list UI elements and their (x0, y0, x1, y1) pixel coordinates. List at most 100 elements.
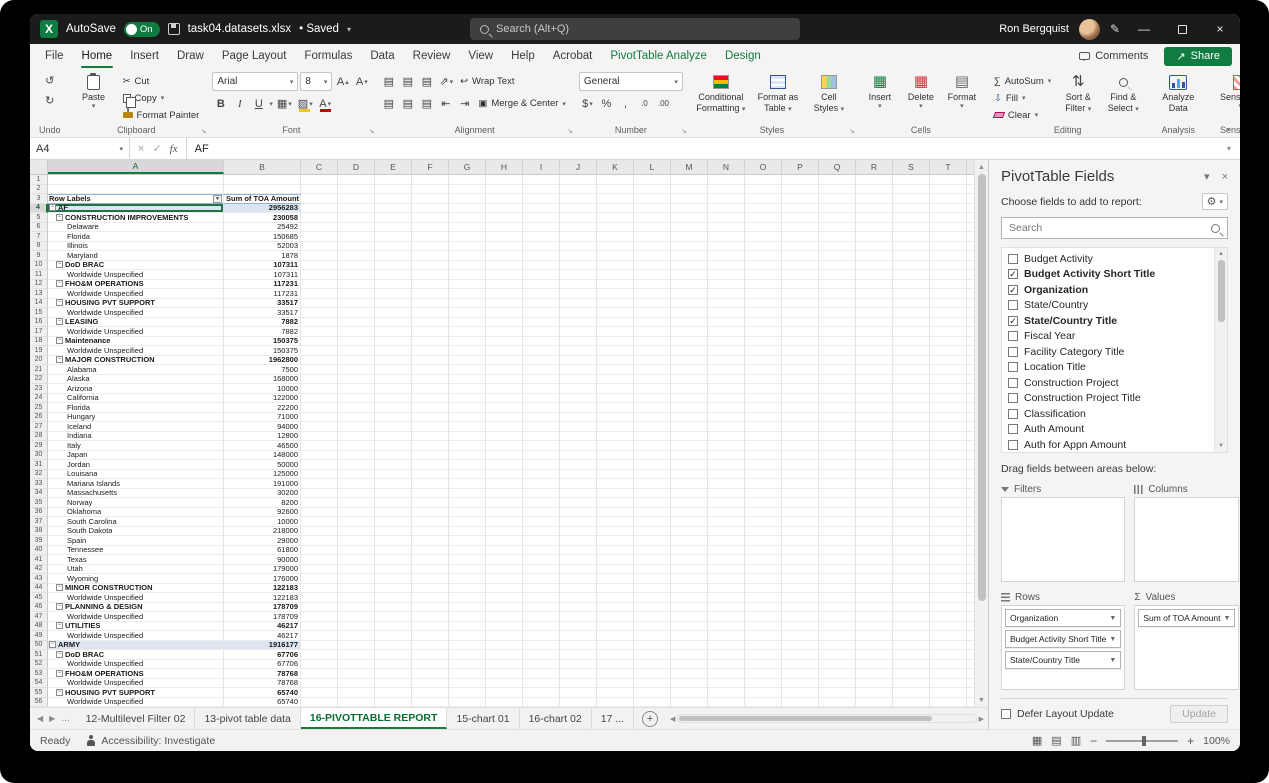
field-item-fiscal-year[interactable]: Fiscal Year (1004, 329, 1214, 345)
row-header-29[interactable]: 29 (30, 441, 48, 451)
cell-A41[interactable]: Texas (48, 555, 224, 565)
increase-decimal-button[interactable]: .0 (636, 95, 653, 113)
row-header-10[interactable]: 10 (30, 261, 48, 271)
percent-style-button[interactable]: % (598, 95, 615, 113)
align-left-button[interactable]: ▤ (380, 95, 397, 113)
cell-A46[interactable]: −PLANNING & DESIGN (48, 603, 224, 613)
cell-A50[interactable]: −ARMY (48, 641, 224, 651)
italic-button[interactable]: I (231, 95, 248, 113)
cell-B54[interactable]: 78768 (224, 679, 301, 689)
field-item-location-title[interactable]: Location Title (1004, 360, 1214, 376)
cell-B14[interactable]: 33517 (224, 299, 301, 309)
cell-B47[interactable]: 178709 (224, 612, 301, 622)
minimize-button[interactable]: — (1130, 16, 1158, 42)
decrease-decimal-button[interactable]: .00 (655, 95, 672, 113)
collapse-button[interactable]: − (56, 622, 63, 629)
cell-B23[interactable]: 10000 (224, 384, 301, 394)
collapse-button[interactable]: − (56, 356, 63, 363)
cell-A56[interactable]: Worldwide Unspecified (48, 698, 224, 708)
empty-cells-row-54[interactable] (301, 679, 974, 689)
formula-input[interactable]: AF (187, 138, 1218, 159)
collapse-button[interactable]: − (56, 280, 63, 287)
cell-B41[interactable]: 90000 (224, 555, 301, 565)
ribbon-tab-insert[interactable]: Insert (121, 44, 168, 68)
row-header-25[interactable]: 25 (30, 403, 48, 413)
cell-A31[interactable]: Jordan (48, 460, 224, 470)
cell-A40[interactable]: Tennessee (48, 546, 224, 556)
analyze-data-button[interactable]: AnalyzeData (1154, 71, 1202, 116)
cell-B51[interactable]: 67706 (224, 650, 301, 660)
alignment-dialog-launcher[interactable]: ↘ (567, 127, 573, 135)
cell-B49[interactable]: 46217 (224, 631, 301, 641)
cell-A1[interactable] (48, 175, 224, 185)
user-avatar[interactable] (1079, 19, 1100, 40)
pane-close-icon[interactable]: × (1222, 171, 1228, 183)
empty-cells-row-46[interactable] (301, 603, 974, 613)
empty-cells-row-4[interactable] (301, 204, 974, 214)
cell-A47[interactable]: Worldwide Unspecified (48, 612, 224, 622)
row-header-43[interactable]: 43 (30, 574, 48, 584)
cell-A43[interactable]: Wyoming (48, 574, 224, 584)
increase-indent-button[interactable]: ⇥ (456, 95, 473, 113)
column-header-Q[interactable]: Q (819, 160, 856, 174)
empty-cells-row-19[interactable] (301, 346, 974, 356)
collapse-button[interactable]: − (49, 641, 56, 648)
cell-B30[interactable]: 148000 (224, 451, 301, 461)
cell-B13[interactable]: 117231 (224, 289, 301, 299)
row-header-19[interactable]: 19 (30, 346, 48, 356)
new-sheet-button[interactable]: + (642, 711, 658, 727)
empty-cells-row-24[interactable] (301, 394, 974, 404)
field-item-state-country[interactable]: State/Country (1004, 298, 1214, 314)
field-checkbox-auth-amount[interactable] (1008, 424, 1018, 434)
cell-A34[interactable]: Massachusetts (48, 489, 224, 499)
collapse-button[interactable]: − (56, 214, 63, 221)
cell-A53[interactable]: −FHO&M OPERATIONS (48, 669, 224, 679)
empty-cells-row-13[interactable] (301, 289, 974, 299)
page-layout-view-button[interactable]: ▤ (1051, 734, 1061, 747)
empty-cells-row-47[interactable] (301, 612, 974, 622)
sheet-nav-right-icon[interactable]: ▶ (49, 714, 55, 723)
row-header-2[interactable]: 2 (30, 185, 48, 195)
row-header-54[interactable]: 54 (30, 679, 48, 689)
empty-cells-row-22[interactable] (301, 375, 974, 385)
cell-B56[interactable]: 65740 (224, 698, 301, 708)
row-header-11[interactable]: 11 (30, 270, 48, 280)
cell-B8[interactable]: 52003 (224, 242, 301, 252)
row-header-34[interactable]: 34 (30, 489, 48, 499)
column-header-K[interactable]: K (597, 160, 634, 174)
maximize-button[interactable] (1168, 16, 1196, 42)
format-cells-button[interactable]: ▤ Format▾ (943, 71, 981, 113)
font-color-button[interactable]: A▾ (317, 95, 334, 113)
row-header-48[interactable]: 48 (30, 622, 48, 632)
collapse-button[interactable]: − (49, 204, 56, 211)
row-header-33[interactable]: 33 (30, 479, 48, 489)
column-header-G[interactable]: G (449, 160, 486, 174)
cell-A51[interactable]: −DoD BRAC (48, 650, 224, 660)
page-break-view-button[interactable]: ▥ (1071, 734, 1081, 747)
column-header-R[interactable]: R (856, 160, 893, 174)
cell-B36[interactable]: 92600 (224, 508, 301, 518)
copy-button[interactable]: Copy▾ (120, 90, 203, 106)
ribbon-tab-acrobat[interactable]: Acrobat (544, 44, 602, 68)
empty-cells-row-16[interactable] (301, 318, 974, 328)
cell-A48[interactable]: −UTILITIES (48, 622, 224, 632)
cell-B19[interactable]: 150375 (224, 346, 301, 356)
number-dialog-launcher[interactable]: ↘ (681, 127, 687, 135)
collapse-button[interactable]: − (56, 299, 63, 306)
empty-cells-row-27[interactable] (301, 422, 974, 432)
cell-B11[interactable]: 107311 (224, 270, 301, 280)
cell-B20[interactable]: 1962800 (224, 356, 301, 366)
merge-center-button[interactable]: ▣Merge & Center▾ (475, 96, 569, 112)
empty-cells-row-5[interactable] (301, 213, 974, 223)
row-header-46[interactable]: 46 (30, 603, 48, 613)
cell-A25[interactable]: Florida (48, 403, 224, 413)
column-header-U[interactable]: U (967, 160, 974, 174)
empty-cells-row-6[interactable] (301, 223, 974, 233)
row-header-47[interactable]: 47 (30, 612, 48, 622)
row-header-41[interactable]: 41 (30, 555, 48, 565)
empty-cells-row-12[interactable] (301, 280, 974, 290)
row-header-22[interactable]: 22 (30, 375, 48, 385)
column-header-C[interactable]: C (301, 160, 338, 174)
row-header-3[interactable]: 3 (30, 194, 48, 204)
fields-search-input[interactable]: Search (1001, 217, 1228, 239)
